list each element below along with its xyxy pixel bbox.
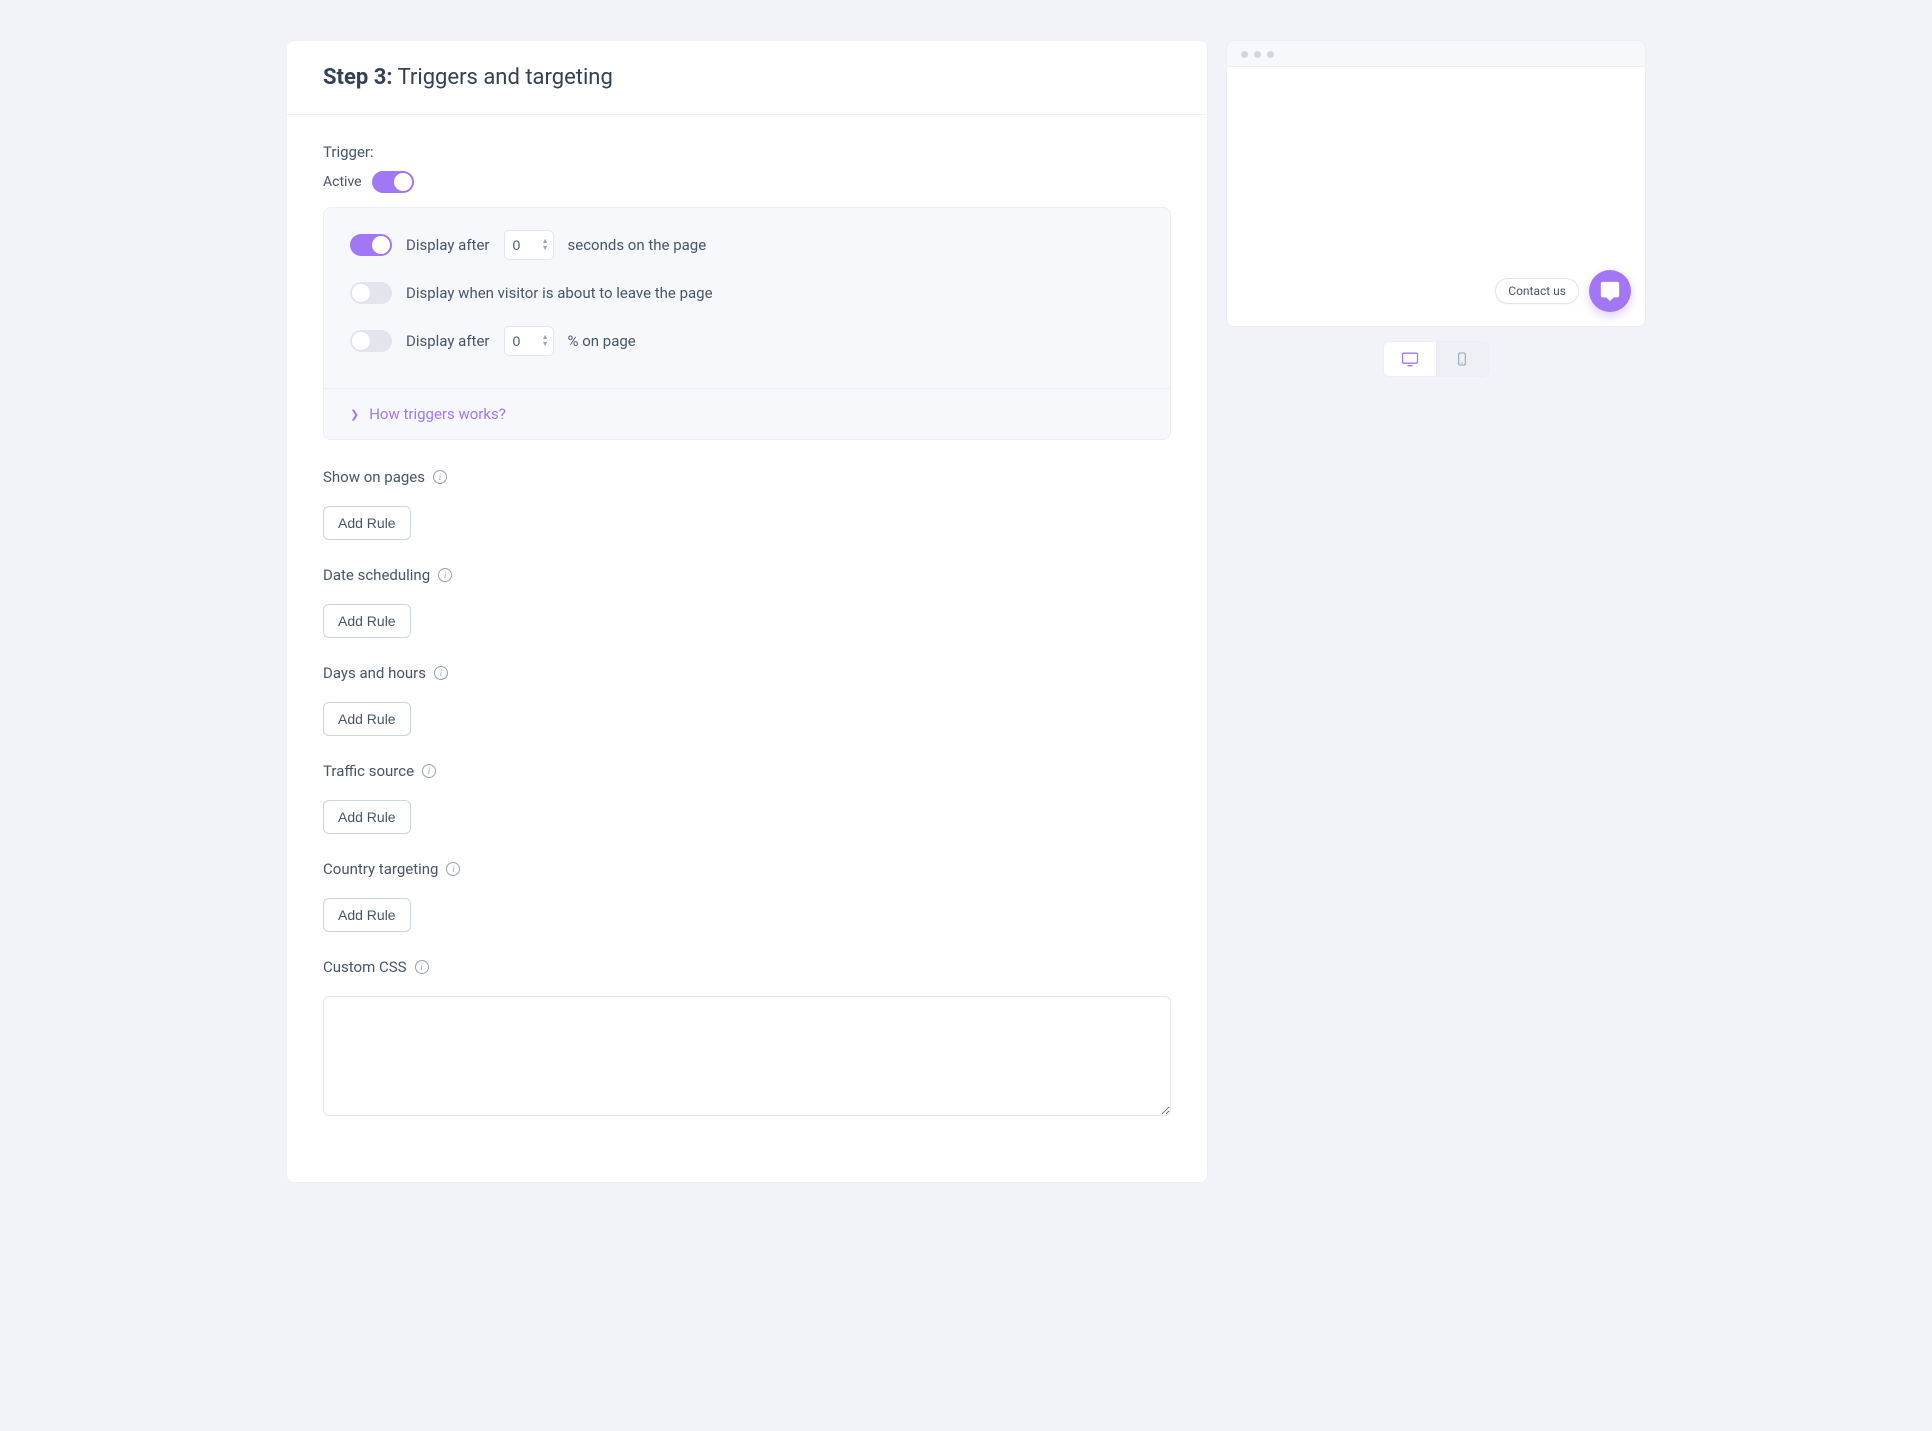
info-icon[interactable]: i xyxy=(433,470,447,484)
show-on-pages-label: Show on pages xyxy=(323,468,425,486)
trigger-scroll-input[interactable] xyxy=(513,333,533,349)
triggers-box: Display after ▲▼ seconds on the page Dis… xyxy=(323,207,1171,440)
date-scheduling-section: Date scheduling i Add Rule xyxy=(323,566,1171,638)
page-title: Step 3: Triggers and targeting xyxy=(323,65,1171,90)
trigger-exit-toggle[interactable] xyxy=(350,282,392,304)
stepper-icons[interactable]: ▲▼ xyxy=(542,334,549,348)
country-targeting-label: Country targeting xyxy=(323,860,438,878)
trigger-scroll-row: Display after ▲▼ % on page xyxy=(350,326,1144,356)
preview-body: Contact us xyxy=(1227,66,1645,326)
traffic-source-label: Traffic source xyxy=(323,762,414,780)
trigger-delay-prefix: Display after xyxy=(406,236,490,254)
days-hours-label: Days and hours xyxy=(323,664,426,682)
info-icon[interactable]: i xyxy=(438,568,452,582)
help-link[interactable]: How triggers works? xyxy=(369,405,506,423)
trigger-delay-input-wrap: ▲▼ xyxy=(504,230,554,260)
add-rule-button[interactable]: Add Rule xyxy=(323,702,411,736)
preview-column: Contact us xyxy=(1226,40,1646,377)
trigger-scroll-prefix: Display after xyxy=(406,332,490,350)
custom-css-section: Custom CSS i xyxy=(323,958,1171,1120)
trigger-exit-row: Display when visitor is about to leave t… xyxy=(350,282,1144,304)
add-rule-button[interactable]: Add Rule xyxy=(323,604,411,638)
trigger-delay-toggle[interactable] xyxy=(350,234,392,256)
panel-header: Step 3: Triggers and targeting xyxy=(287,41,1207,115)
custom-css-label: Custom CSS xyxy=(323,958,407,976)
trigger-scroll-input-wrap: ▲▼ xyxy=(504,326,554,356)
trigger-delay-input[interactable] xyxy=(513,237,533,253)
trigger-exit-label: Display when visitor is about to leave t… xyxy=(406,284,713,302)
show-on-pages-section: Show on pages i Add Rule xyxy=(323,468,1171,540)
settings-panel: Step 3: Triggers and targeting Trigger: … xyxy=(286,40,1208,1183)
window-dots-icon xyxy=(1227,41,1645,66)
trigger-label: Trigger: xyxy=(323,143,1171,161)
country-targeting-section: Country targeting i Add Rule xyxy=(323,860,1171,932)
mobile-icon xyxy=(1454,349,1470,369)
chat-icon xyxy=(1599,280,1621,302)
help-row: ❯ How triggers works? xyxy=(324,388,1170,439)
contact-label: Contact us xyxy=(1495,278,1579,304)
info-icon[interactable]: i xyxy=(415,960,429,974)
contact-button[interactable] xyxy=(1589,270,1631,312)
step-prefix: Step 3: xyxy=(323,65,393,90)
date-scheduling-label: Date scheduling xyxy=(323,566,430,584)
chevron-right-icon: ❯ xyxy=(350,408,359,421)
custom-css-textarea[interactable] xyxy=(323,996,1171,1116)
desktop-tab[interactable] xyxy=(1384,342,1437,376)
active-label: Active xyxy=(323,174,362,190)
info-icon[interactable]: i xyxy=(422,764,436,778)
device-switch xyxy=(1383,341,1489,377)
stepper-icons[interactable]: ▲▼ xyxy=(542,238,549,252)
info-icon[interactable]: i xyxy=(434,666,448,680)
preview-frame: Contact us xyxy=(1226,40,1646,327)
active-toggle[interactable] xyxy=(372,171,414,193)
trigger-delay-row: Display after ▲▼ seconds on the page xyxy=(350,230,1144,260)
days-hours-section: Days and hours i Add Rule xyxy=(323,664,1171,736)
trigger-scroll-toggle[interactable] xyxy=(350,330,392,352)
desktop-icon xyxy=(1400,349,1420,369)
step-title: Triggers and targeting xyxy=(393,65,613,90)
trigger-delay-suffix: seconds on the page xyxy=(568,236,707,254)
add-rule-button[interactable]: Add Rule xyxy=(323,898,411,932)
add-rule-button[interactable]: Add Rule xyxy=(323,506,411,540)
add-rule-button[interactable]: Add Rule xyxy=(323,800,411,834)
info-icon[interactable]: i xyxy=(446,862,460,876)
mobile-tab[interactable] xyxy=(1437,342,1489,376)
trigger-scroll-suffix: % on page xyxy=(568,332,636,350)
traffic-source-section: Traffic source i Add Rule xyxy=(323,762,1171,834)
